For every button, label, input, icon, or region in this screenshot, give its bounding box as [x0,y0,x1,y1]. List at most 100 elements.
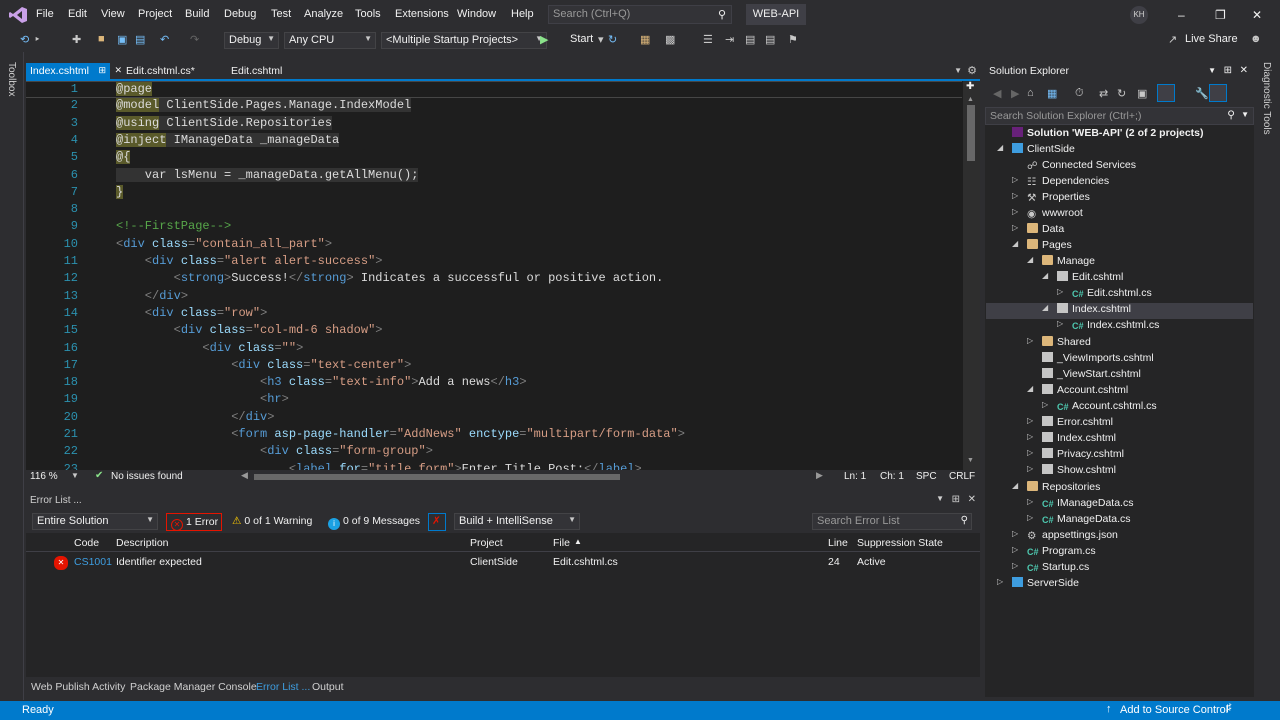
pin-icon[interactable]: ⊞ [1224,65,1232,76]
tree-file-viewstart[interactable]: _ViewStart.cshtml [1042,368,1141,384]
new-project-icon[interactable]: ✚ [72,33,81,46]
errors-filter-button[interactable]: ✕ 1 Error [166,513,222,531]
tree-wwwroot[interactable]: ▷ ◉ wwwroot [1012,207,1083,223]
start-button[interactable]: Start [570,33,593,45]
issues-status[interactable]: No issues found [111,471,183,482]
header-file[interactable]: File [553,537,570,549]
refresh-icon[interactable]: ↻ [1117,87,1126,100]
comment-icon[interactable]: ▤ [745,33,755,46]
tree-connected-services[interactable]: ☍ Connected Services [1027,159,1136,175]
tab-package-manager-console[interactable]: Package Manager Console [130,681,257,693]
save-all-icon[interactable]: ▤ [135,33,145,46]
scroll-down-icon[interactable]: ▼ [967,457,974,464]
menu-edit[interactable]: Edit [68,8,87,20]
scroll-thumb[interactable] [967,105,975,161]
chevron-down-icon[interactable]: ▼ [1208,66,1216,75]
chevron-down-icon[interactable]: ▾ [598,33,604,46]
menu-view[interactable]: View [101,8,125,20]
header-line[interactable]: Line [828,537,848,549]
add-to-source-control-button[interactable]: Add to Source Control [1120,704,1228,716]
back-icon[interactable]: ◀ [993,87,1001,100]
tab-output[interactable]: Output [312,681,344,693]
filter-icon[interactable]: ✗ [428,513,446,531]
close-icon[interactable]: ✕ [1240,65,1248,76]
redo-icon[interactable]: ↷ [190,33,199,46]
menu-extensions[interactable]: Extensions [395,8,449,20]
tree-project-clientside[interactable]: ◢ ClientSide [997,143,1075,159]
preview-icon[interactable] [1209,84,1227,102]
menu-help[interactable]: Help [511,8,534,20]
split-icon[interactable]: ✚ [966,81,974,92]
tree-file-index-cshtml-cs[interactable]: ▷ C# Index.cshtml.cs [1057,319,1159,335]
properties-wrench-icon[interactable]: 🔧 [1195,87,1209,100]
search-error-list-input[interactable]: Search Error List ⚲ [812,513,972,530]
scroll-right-icon[interactable]: ▶ [816,470,823,481]
scroll-left-icon[interactable]: ◀ [241,470,248,481]
tree-file-imanagedata[interactable]: ▷ C# IManageData.cs [1027,497,1133,513]
save-icon[interactable]: ▣ [117,33,127,46]
pin-icon[interactable]: ⊞ [952,494,960,505]
tree-file-privacy-cshtml[interactable]: ▷ Privacy.cshtml [1027,448,1124,464]
horizontal-scroll-thumb[interactable] [254,474,620,480]
zoom-level[interactable]: 116 % [30,471,58,482]
menu-tools[interactable]: Tools [355,8,381,20]
start-icon[interactable]: ▶ [540,33,548,46]
close-icon[interactable]: ✕ [114,65,122,76]
person-icon[interactable]: ☻ [1250,33,1262,45]
tree-file-show-cshtml[interactable]: ▷ Show.cshtml [1027,464,1116,480]
tab-edit-cshtml[interactable]: Edit.cshtml [227,63,297,81]
header-code[interactable]: Code [74,537,99,549]
tab-edit-cshtml-cs[interactable]: Edit.cshtml.cs* [122,63,212,81]
scroll-up-icon[interactable]: ▲ [967,96,974,103]
tree-dependencies[interactable]: ▷ ☷ Dependencies [1012,175,1109,191]
error-code-link[interactable]: CS1001 [74,556,112,568]
collapse-all-icon[interactable]: ▣ [1137,87,1147,100]
forward-icon[interactable]: ▶ [1011,87,1019,100]
indent-icon[interactable]: ⇥ [725,33,734,46]
refresh-icon[interactable]: ↻ [608,33,617,46]
menu-file[interactable]: File [36,8,54,20]
tree-file-startup[interactable]: ▷ C# Startup.cs [1012,561,1089,577]
editor-vertical-scrollbar[interactable]: ✚ ▲ ▼ [963,81,980,470]
tree-file-viewimports[interactable]: _ViewImports.cshtml [1042,352,1154,368]
gear-icon[interactable]: ⚙ [967,64,977,77]
header-suppression-state[interactable]: Suppression State [857,537,943,549]
tree-file-edit-cshtml[interactable]: ◢ Edit.cshtml [1042,271,1123,287]
restore-icon[interactable]: ❐ [1215,8,1226,22]
toolbox-tab[interactable]: Toolbox [6,62,17,96]
warnings-filter-button[interactable]: ⚠ 0 of 1 Warning [228,513,316,531]
diagnostic-tools-tab[interactable]: Diagnostic Tools [1261,62,1272,135]
menu-debug[interactable]: Debug [224,8,256,20]
tree-project-serverside[interactable]: ▷ ServerSide [997,577,1079,593]
notification-bell-icon[interactable]: ♯ [1226,702,1232,714]
solution-platform-select[interactable]: Any CPU ▼ [284,32,376,49]
tree-folder-repositories[interactable]: ◢ Repositories [1012,481,1100,497]
tree-file-program[interactable]: ▷ C# Program.cs [1012,545,1096,561]
tree-solution[interactable]: Solution 'WEB-API' (2 of 2 projects) [1012,127,1204,143]
undo-icon[interactable]: ↶ [160,33,169,46]
tree-file-account-cshtml-cs[interactable]: ▷ C# Account.cshtml.cs [1042,400,1157,416]
show-all-files-icon[interactable] [1157,84,1175,102]
avatar[interactable]: KH [1130,6,1148,24]
bookmark-icon[interactable]: ⚑ [788,33,798,46]
solution-configuration-select[interactable]: Debug ▼ [224,32,279,49]
tree-folder-pages[interactable]: ◢ Pages [1012,239,1072,255]
back-icon[interactable]: ⟲ [20,33,29,46]
tree-properties[interactable]: ▷ ⚒ Properties [1012,191,1090,207]
scope-select[interactable]: Entire Solution ▼ [32,513,158,530]
align-icon[interactable]: ☰ [703,33,713,46]
build-source-select[interactable]: Build + IntelliSense ▼ [454,513,580,530]
tree-folder-manage[interactable]: ◢ Manage [1027,255,1095,271]
menu-window[interactable]: Window [457,8,496,20]
tree-file-managedata[interactable]: ▷ C# ManageData.cs [1027,513,1131,529]
solution-search-input[interactable]: Search Solution Explorer (Ctrl+;) ⚲ ▼ [985,107,1254,125]
live-share-button[interactable]: Live Share [1185,33,1238,45]
switch-views-icon[interactable]: ▦ [1047,87,1057,100]
tree-file-account-cshtml[interactable]: ◢ Account.cshtml [1027,384,1128,400]
table-row[interactable]: ✕ CS1001 Identifier expected ClientSide … [26,553,980,571]
screenshot-icon[interactable]: ▩ [665,33,675,46]
header-project[interactable]: Project [470,537,503,549]
open-folder-icon[interactable]: ■ [98,33,105,45]
sync-icon[interactable]: ⇄ [1099,87,1108,100]
menu-test[interactable]: Test [271,8,291,20]
